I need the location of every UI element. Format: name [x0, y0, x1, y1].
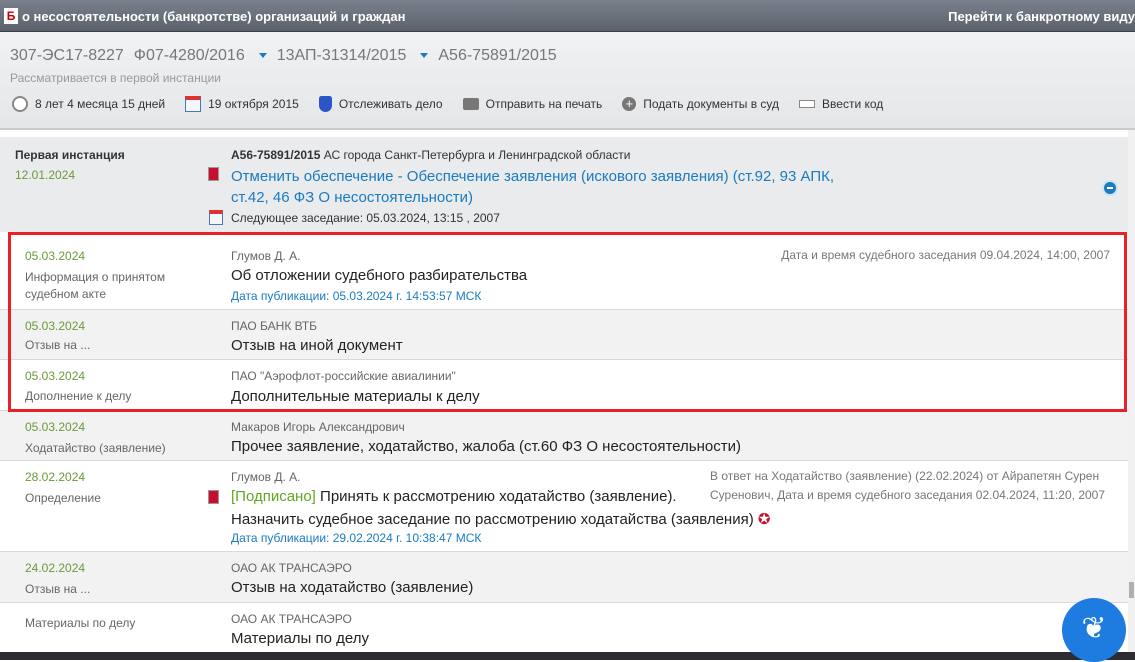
table-row[interactable]: 28.02.2024 Определение Глумов Д. А. [Под… [0, 461, 1128, 552]
plus-circle-icon: + [622, 97, 637, 111]
court-name: АС города Санкт-Петербурга и Ленинградск… [323, 148, 631, 162]
case-header: 307-ЭС17-8227 Ф07-4280/2016 13АП-31314/201… [0, 32, 1135, 130]
collapse-icon[interactable] [1102, 180, 1118, 196]
clock-icon [12, 96, 28, 112]
track-case-button[interactable]: Отслеживать дело [318, 96, 443, 112]
chevron-down-icon[interactable] [420, 53, 429, 59]
chevron-down-icon[interactable] [258, 53, 267, 59]
instance-date: 12.01.2024 [15, 168, 76, 182]
scrollbar-thumb[interactable] [1129, 582, 1134, 598]
case-status: Рассматривается в первой инстанции [10, 71, 221, 85]
case-numbers: 307-ЭС17-8227 Ф07-4280/2016 13АП-31314/201… [10, 47, 567, 65]
print-button[interactable]: Отправить на печать [462, 96, 602, 112]
toolbar: 8 лет 4 месяца 15 дней 19 октября 2015 О… [12, 96, 903, 112]
calendar-icon [185, 96, 202, 112]
app-title: о несостоятельности (банкротстве) органи… [22, 9, 406, 24]
pdf-icon[interactable] [208, 490, 219, 504]
code-icon [799, 100, 816, 108]
pdf-icon[interactable] [208, 167, 219, 181]
case-number[interactable]: Ф07-4280/2016 [134, 47, 267, 64]
bankruptcy-view-link[interactable]: Перейти к банкротному виду [948, 9, 1135, 24]
case-number[interactable]: А56-75891/2015 [231, 148, 320, 162]
printer-icon [462, 98, 479, 110]
seal-icon: ✪ [757, 511, 771, 528]
signed-label: [Подписано] [231, 488, 316, 505]
duration: 8 лет 4 месяца 15 дней [12, 96, 165, 112]
table-row[interactable]: Материалы по делу ОАО АК ТРАНСАЭРО Матер… [0, 603, 1128, 652]
highlight-box [8, 232, 1127, 412]
instance-title: Первая инстанция [15, 148, 125, 162]
document-link[interactable]: Отменить обеспечение - Обеспечение заявл… [231, 166, 834, 208]
case-number[interactable]: А56-75891/2015 [438, 47, 556, 64]
app-logo: Б [4, 8, 18, 24]
bottom-bar [0, 652, 1135, 660]
table-row[interactable]: 05.03.2024 Ходатайство (заявление) Макар… [0, 411, 1128, 461]
case-number[interactable]: 307-ЭС17-8227 [10, 47, 124, 64]
title-bar: Б о несостоятельности (банкротстве) орга… [0, 0, 1135, 32]
calendar-icon [209, 210, 223, 225]
case-number[interactable]: 13АП-31314/2015 [277, 47, 429, 64]
first-instance-block: Первая инстанция 12.01.2024 А56-75891/20… [0, 137, 1128, 232]
scrollbar[interactable] [1128, 130, 1135, 652]
table-row[interactable]: 24.02.2024 Отзыв на ... ОАО АК ТРАНСАЭРО… [0, 552, 1128, 603]
document-title: Принять к рассмотрению ходатайство (заяв… [320, 488, 677, 505]
shield-icon [318, 96, 332, 112]
submit-documents-button[interactable]: + Подать документы в суд [622, 96, 779, 112]
enter-code-button[interactable]: Ввести код [799, 96, 883, 112]
eagle-emblem-icon[interactable]: ❦ [1062, 598, 1126, 662]
start-date: 19 октября 2015 [185, 96, 299, 112]
next-session: Следующее заседание: 05.03.2024, 13:15 ,… [231, 211, 500, 225]
